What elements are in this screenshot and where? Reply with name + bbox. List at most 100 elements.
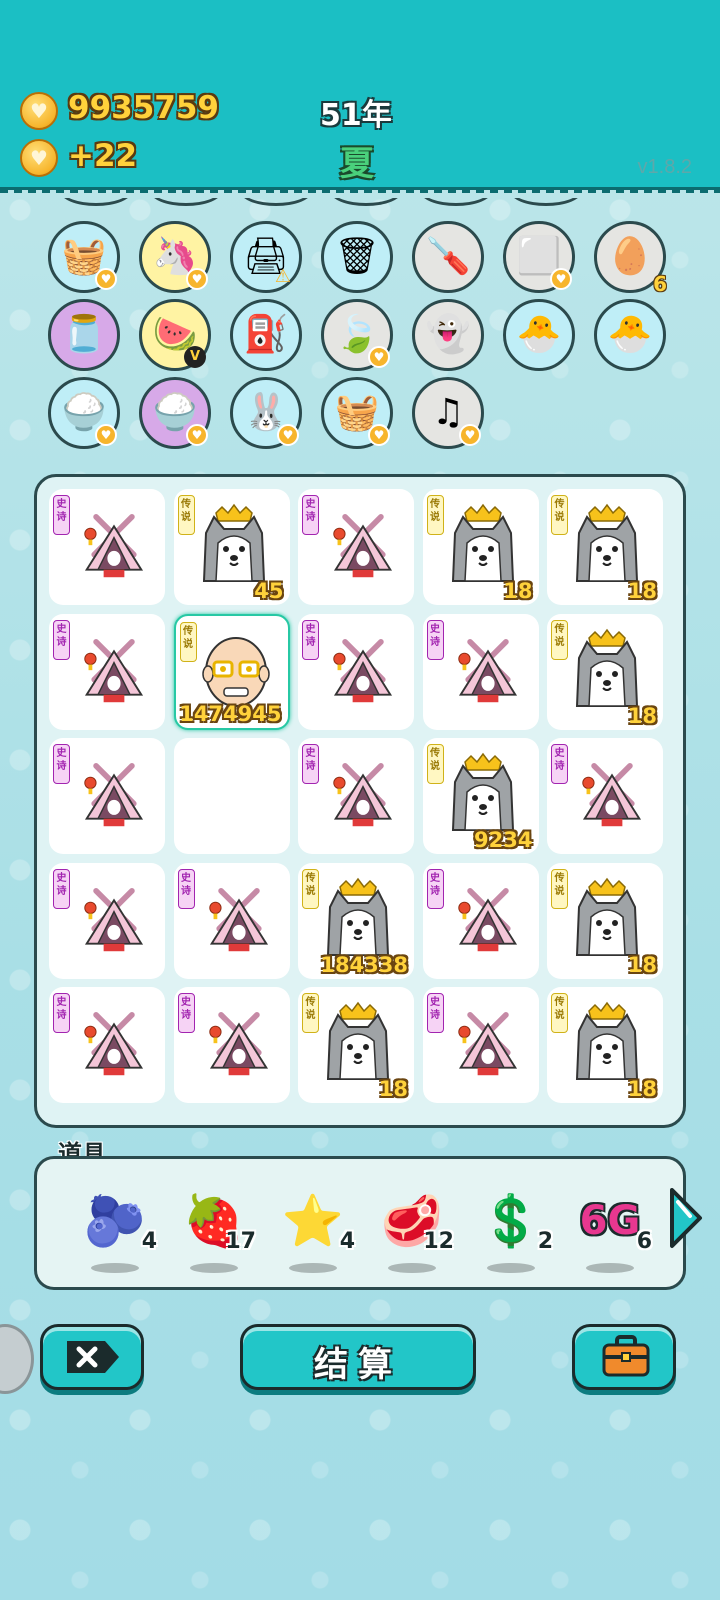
dollar-coin-item[interactable]: 💲 2 [473,1189,553,1279]
cell-count: 184338 [320,952,408,977]
board-cell[interactable]: 史诗 [49,987,165,1103]
close-button[interactable] [40,1324,144,1390]
lychee-item[interactable]: 🍓 17 [176,1189,256,1279]
cell-count: 18 [627,952,657,977]
rarity-tag: 史诗 [302,495,319,535]
leaf-icon[interactable]: 🍃 ♥ [321,299,393,371]
rarity-tag: 史诗 [177,993,195,1033]
board-cell[interactable]: 传说 9234 [422,738,539,854]
board-cell[interactable]: 史诗 [547,738,663,854]
board-cell[interactable]: 史诗 [422,862,539,979]
item-count: 12 [423,1229,454,1254]
next-arrow-icon[interactable] [666,1186,706,1250]
board-cell[interactable]: 史诗 [173,987,290,1103]
rabbit-tent-icon [79,887,149,967]
garbage-bag-icon[interactable]: 🗑 [321,221,393,293]
heart-badge-icon: ♥ [368,424,390,446]
chick-egg-glyph: 🐣 [516,314,562,355]
board-cell[interactable]: 史诗 [49,489,165,605]
rabbit-tent-icon [79,513,149,593]
board-cell[interactable]: 传说 18 [298,987,414,1103]
cell-count: 18 [627,703,657,728]
board-cell[interactable]: 传说 184338 [298,862,414,979]
crowned-husky-icon [443,503,514,583]
star-item[interactable]: ⭐ 4 [275,1189,355,1279]
board-cell[interactable]: 传说 18 [547,862,663,979]
board-cell[interactable]: 传说 18 [422,489,539,605]
item-shadow [388,1263,436,1273]
liver-item[interactable]: 🥩 12 [374,1189,454,1279]
item-count: 4 [339,1229,355,1254]
rabbit-tent-icon [204,1011,274,1091]
screwdriver-glyph: 🪛 [425,236,471,277]
board-cell[interactable]: 史诗 [173,862,290,979]
printer-icon[interactable]: 🖨 ⚠ [230,221,302,293]
6g-item[interactable]: 6G 6 [572,1189,652,1279]
fruit-basket-icon[interactable]: 🧺 ♥ [321,377,393,449]
avatar[interactable] [0,1324,34,1394]
heart-badge-icon: ♥ [368,346,390,368]
chick-egg-icon[interactable]: 🐣 [594,299,666,371]
board-cell[interactable]: 史诗 [49,613,165,730]
crowned-husky-icon [567,1001,639,1081]
rarity-tag: 传说 [551,495,568,535]
music-note-glyph: ♫ [431,392,465,433]
board-cell[interactable]: 传说 18 [547,489,663,605]
chick-egg-glyph: 🐣 [607,314,653,355]
item-count: 6 [636,1229,652,1254]
rarity-tag: 史诗 [302,744,319,784]
egg-tray-icon[interactable]: 🥚 6 [594,221,667,294]
rarity-tag: 史诗 [177,868,195,909]
rarity-tag: 传说 [302,993,319,1033]
star-icon: ⭐ [281,1192,345,1250]
blueberry-item[interactable]: 🫐 4 [77,1189,157,1279]
fruit-basket-icon[interactable]: 🧺 ♥ [48,221,120,293]
rabbit-tent-icon [328,513,398,593]
settle-button[interactable]: 结算 [240,1324,476,1390]
board-cell[interactable]: 史诗 [298,738,414,854]
rabbit-tent-icon [453,887,523,967]
board-cell[interactable]: 史诗 [298,613,414,730]
board-cell[interactable]: 传说 1474945 [173,613,290,730]
screwdriver-icon[interactable]: 🪛 [412,221,484,293]
merge-board: 史诗 传说 45 史诗 传说 18 传说 18 史诗 传说 1474945 史诗 史诗 [34,474,686,1128]
rarity-tag: 史诗 [426,868,444,909]
empty-cell[interactable] [173,738,290,854]
rice-bowl-icon[interactable]: 🍚 ♥ [48,377,120,449]
rarity-tag: 传说 [426,744,444,784]
sugar-cubes-icon[interactable]: ⬜ ♥ [503,221,575,293]
chick-egg-icon[interactable]: 🐣 [503,299,575,371]
jar-icon[interactable]: 🫙 [48,299,120,371]
fruit-platter-icon[interactable]: 🍉 V [139,299,211,371]
board-cell[interactable]: 史诗 [422,987,539,1103]
board-cell[interactable]: 史诗 [298,489,414,605]
bald-man-icon [196,632,270,712]
rabbit-tent-icon [79,1011,149,1091]
briefcase-button[interactable] [572,1324,676,1390]
settle-button-label: 结算 [314,1345,402,1385]
board-cell[interactable]: 传说 18 [547,613,663,730]
bike-pump-icon[interactable]: ⛽ [230,299,302,371]
rice-bowl-icon[interactable]: 🍚 ♥ [139,377,211,449]
rabbit-tent-icon [79,638,149,718]
board-cell[interactable]: 传说 18 [547,987,663,1103]
crowned-husky-icon [567,503,639,583]
ghost-icon[interactable]: 👻 [412,299,484,371]
blueberry-icon: 🫐 [83,1192,147,1250]
rabbit-tent-icon [328,762,398,842]
board-cell[interactable]: 史诗 [49,738,165,854]
dollar-coin-icon: 💲 [479,1192,543,1250]
board-cell[interactable]: 史诗 [422,613,539,730]
crowned-husky-icon [443,752,514,832]
income-rate: +22 [68,138,138,174]
rarity-tag: 史诗 [53,495,70,535]
rabbit-tent-icon [79,762,149,842]
board-cell[interactable]: 史诗 [49,862,165,979]
heart-badge-icon: ♥ [186,424,208,446]
music-note-icon[interactable]: ♫ ♥ [412,377,484,449]
garbage-bag-glyph: 🗑 [334,236,380,277]
heart-badge-icon: ♥ [550,268,572,290]
rabbit-icon[interactable]: 🐰 ♥ [230,377,302,449]
unicorn-icon[interactable]: 🦄 ♥ [139,221,211,293]
board-cell[interactable]: 传说 45 [173,489,290,605]
